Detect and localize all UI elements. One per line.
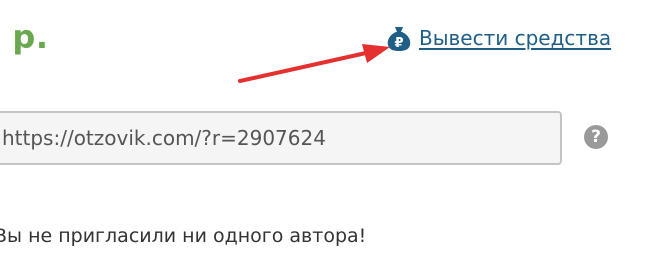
referral-link-field[interactable]: [0, 111, 562, 165]
help-icon[interactable]: ?: [584, 125, 608, 149]
money-bag-ruble-icon: ₽: [387, 27, 411, 51]
withdraw-funds-label: Вывести средства: [419, 26, 612, 50]
withdraw-funds-link[interactable]: ₽ Вывести средства: [385, 24, 611, 52]
svg-text:₽: ₽: [394, 36, 403, 51]
balance-amount: 0 р.: [0, 18, 49, 56]
no-invited-authors-message: Вы не пригласили ни одного автора!: [0, 225, 367, 247]
